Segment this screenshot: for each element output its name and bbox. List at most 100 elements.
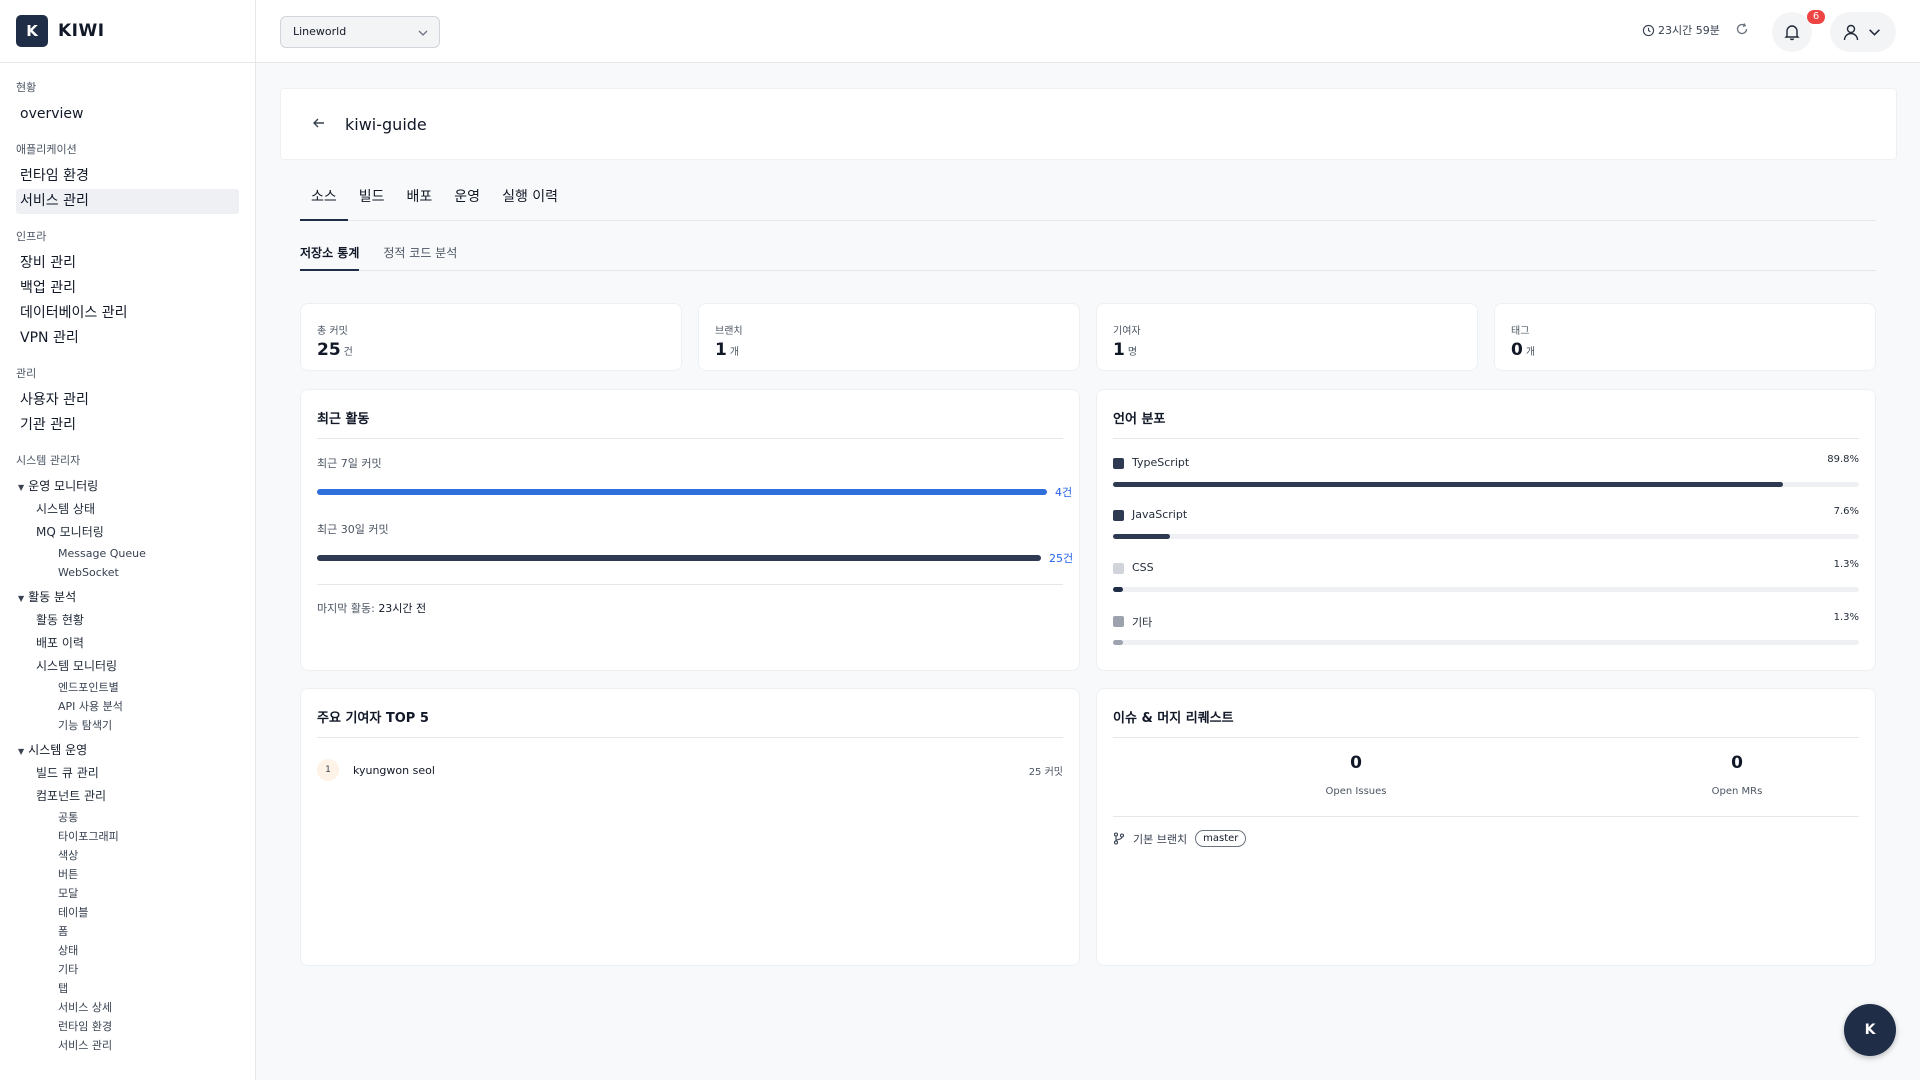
sidebar-item-websocket[interactable]: WebSocket xyxy=(16,563,239,582)
workspace-select[interactable]: Lineworld xyxy=(280,16,440,48)
sidebar-item-component-modal[interactable]: 모달 xyxy=(16,884,239,903)
sidebar-item-overview[interactable]: overview xyxy=(16,102,239,127)
sidebar-item-deploy-history[interactable]: 배포 이력 xyxy=(16,632,239,655)
stat-card-contributors: 기여자 1명 xyxy=(1096,303,1478,371)
commits-30d-label: 최근 30일 커밋 xyxy=(317,523,389,536)
sidebar-item-component-runtime[interactable]: 런타임 환경 xyxy=(16,1017,239,1036)
sidebar-item-component-button[interactable]: 버튼 xyxy=(16,865,239,884)
bell-icon xyxy=(1784,25,1800,41)
stat-value: 25 건 xyxy=(317,340,353,360)
sidebar-item-runtime[interactable]: 런타임 환경 xyxy=(16,164,239,189)
sidebar-item-system-monitoring[interactable]: 시스템 모니터링 xyxy=(16,655,239,678)
sidebar-item-service-management[interactable]: 서비스 관리 xyxy=(16,189,239,214)
contributor-rank: 1 xyxy=(317,759,339,781)
contributor-commits: 25 커밋 xyxy=(1028,767,1063,778)
stat-card-branches: 브랜치 1개 xyxy=(698,303,1080,371)
main-tabs: 소스 빌드 배포 운영 실행 이력 xyxy=(300,186,1876,221)
stat-card-tags: 태그 0개 xyxy=(1494,303,1876,371)
tab-build[interactable]: 빌드 xyxy=(348,186,396,221)
default-branch-label: 기본 브랜치 xyxy=(1133,832,1188,846)
arrow-left-icon[interactable] xyxy=(311,115,327,131)
tab-source[interactable]: 소스 xyxy=(300,186,348,221)
group-label: 시스템 운영 xyxy=(28,743,88,757)
sidebar-item-component-form[interactable]: 폼 xyxy=(16,922,239,941)
stat-label: 태그 xyxy=(1511,326,1530,337)
group-op-monitoring[interactable]: ▼ 운영 모니터링 xyxy=(16,475,239,498)
stat-number: 0 xyxy=(1511,340,1523,360)
last-activity-label: 마지막 활동: xyxy=(317,602,375,615)
language-percent: 7.6% xyxy=(1833,506,1859,517)
sidebar-item-vpn[interactable]: VPN 관리 xyxy=(16,326,239,351)
issues-card: 이슈 & 머지 리퀘스트 0 Open Issues 0 Open MRs 기본… xyxy=(1096,688,1876,966)
sidebar-item-organizations[interactable]: 기관 관리 xyxy=(16,413,239,438)
language-bar-fill xyxy=(1113,640,1123,645)
subtab-repo-stats[interactable]: 저장소 통계 xyxy=(300,244,360,271)
language-swatch xyxy=(1113,616,1124,627)
sidebar-item-endpoints[interactable]: 엔드포인트별 xyxy=(16,678,239,697)
section-label-status: 현황 xyxy=(16,81,37,94)
logo-row[interactable]: K KIWI xyxy=(0,0,255,63)
last-activity: 마지막 활동: 23시간 전 xyxy=(317,600,426,616)
sidebar-item-component-management[interactable]: 컴포넌트 관리 xyxy=(16,785,239,808)
floating-assistant-button[interactable]: K xyxy=(1844,1004,1896,1056)
user-menu-button[interactable] xyxy=(1830,12,1896,52)
group-label: 활동 분석 xyxy=(28,590,77,604)
sidebar-item-system-status[interactable]: 시스템 상태 xyxy=(16,498,239,521)
tab-deploy[interactable]: 배포 xyxy=(396,186,444,221)
stat-number: 25 xyxy=(317,340,341,360)
language-percent: 1.3% xyxy=(1833,559,1859,570)
sidebar-item-equipment[interactable]: 장비 관리 xyxy=(16,251,239,276)
recent-activity-card: 최근 활동 최근 7일 커밋 4건 최근 30일 커밋 25건 마지막 활동: … xyxy=(300,389,1080,671)
sidebar-item-component-etc[interactable]: 기타 xyxy=(16,960,239,979)
sidebar-item-component-tab[interactable]: 탭 xyxy=(16,979,239,998)
sidebar-item-users[interactable]: 사용자 관리 xyxy=(16,388,239,413)
sidebar-item-component-status[interactable]: 상태 xyxy=(16,941,239,960)
commits-7d-label: 최근 7일 커밋 xyxy=(317,457,382,470)
stat-value: 1명 xyxy=(1113,340,1137,360)
sub-tabs: 저장소 통계 정적 코드 분석 xyxy=(300,244,1876,271)
sidebar-item-component-service-detail[interactable]: 서비스 상세 xyxy=(16,998,239,1017)
language-bar xyxy=(1113,587,1859,592)
language-bar xyxy=(1113,482,1859,487)
commits-30d-value: 25건 xyxy=(1049,552,1074,565)
sidebar-item-activity-status[interactable]: 활동 현황 xyxy=(16,609,239,632)
app-logo: K xyxy=(16,15,48,47)
sidebar-item-component-color[interactable]: 색상 xyxy=(16,846,239,865)
stat-value: 0개 xyxy=(1511,340,1535,360)
sidebar-item-backup[interactable]: 백업 관리 xyxy=(16,276,239,301)
default-branch-row: 기본 브랜치 master xyxy=(1113,830,1247,847)
sidebar-item-component-service-management[interactable]: 서비스 관리 xyxy=(16,1036,239,1055)
group-system-ops[interactable]: ▼ 시스템 운영 xyxy=(16,739,239,762)
tab-run-history[interactable]: 실행 이력 xyxy=(491,186,569,221)
divider xyxy=(1113,816,1859,817)
language-name: JavaScript xyxy=(1132,508,1188,521)
sidebar-item-component-table[interactable]: 테이블 xyxy=(16,903,239,922)
notification-button[interactable] xyxy=(1772,12,1812,52)
sidebar-item-build-queue[interactable]: 빌드 큐 관리 xyxy=(16,762,239,785)
notification-badge: 6 xyxy=(1807,10,1825,24)
clock-icon xyxy=(1642,24,1655,36)
caret-down-icon: ▼ xyxy=(18,747,25,756)
sidebar-item-database[interactable]: 데이터베이스 관리 xyxy=(16,301,239,326)
stat-label: 기여자 xyxy=(1113,326,1141,337)
refresh-icon[interactable] xyxy=(1735,22,1749,36)
app-name: KIWI xyxy=(58,21,105,41)
tab-operation[interactable]: 운영 xyxy=(443,186,491,221)
sidebar-item-api-usage[interactable]: API 사용 분석 xyxy=(16,697,239,716)
top-bar: Lineworld 23시간 59분 6 xyxy=(256,0,1920,63)
stat-number: 1 xyxy=(1113,340,1125,360)
divider xyxy=(1113,737,1859,738)
sidebar-item-component-typography[interactable]: 타이포그래피 xyxy=(16,827,239,846)
sidebar-item-message-queue[interactable]: Message Queue xyxy=(16,544,239,563)
page-header: kiwi-guide xyxy=(280,88,1897,160)
sidebar-item-feature-explorer[interactable]: 기능 탐색기 xyxy=(16,716,239,735)
stat-unit: 개 xyxy=(729,347,740,358)
group-activity-analysis[interactable]: ▼ 활동 분석 xyxy=(16,586,239,609)
language-bar-fill xyxy=(1113,534,1170,539)
stat-label: 브랜치 xyxy=(715,326,743,337)
subtab-static-analysis[interactable]: 정적 코드 분석 xyxy=(383,244,457,271)
language-percent: 1.3% xyxy=(1833,612,1859,623)
commits-7d-fill xyxy=(317,489,1047,495)
sidebar-item-component-common[interactable]: 공통 xyxy=(16,808,239,827)
sidebar-item-mq-monitoring[interactable]: MQ 모니터링 xyxy=(16,521,239,544)
